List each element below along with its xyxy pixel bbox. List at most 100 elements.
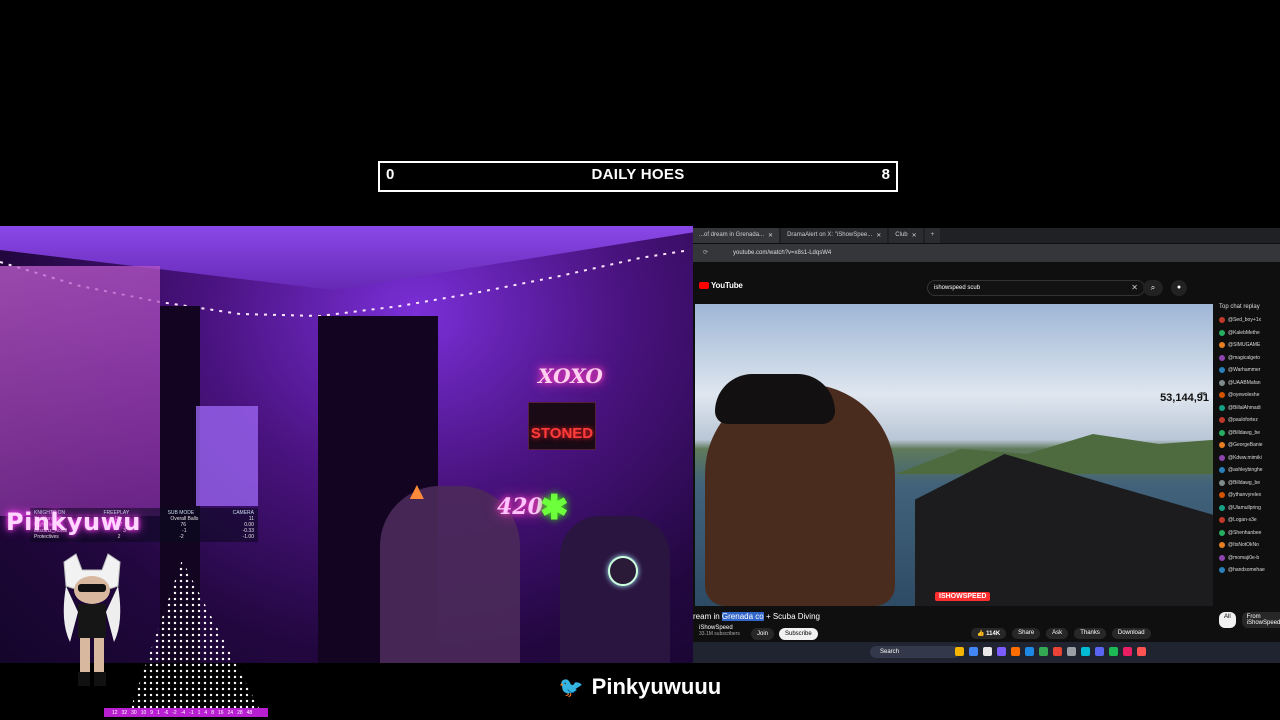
browser-tab[interactable]: ...of dream in Grenada... ✕: [693, 228, 780, 243]
chat-username: @ythanvyrelex: [1228, 492, 1262, 499]
taskbar-app-icon[interactable]: [1025, 647, 1034, 656]
video-title: ream in Grenada co + Scuba Diving: [693, 612, 820, 621]
subscribe-button[interactable]: Subscribe: [779, 628, 818, 640]
chat-message[interactable]: @KalebMethe: [1219, 327, 1280, 340]
channel-info[interactable]: iShowSpeed 33.1M subscribers: [699, 625, 740, 637]
chat-message[interactable]: @UAABMafan: [1219, 377, 1280, 390]
reload-icon[interactable]: ⟳: [703, 249, 708, 256]
windows-taskbar: Search: [693, 642, 1280, 663]
chat-message[interactable]: @Sed_boy+1x: [1219, 314, 1280, 327]
taskbar-app-icon[interactable]: [955, 647, 964, 656]
neon-sign-420: 420: [497, 494, 543, 520]
chat-message[interactable]: @Ulamullpring: [1219, 502, 1280, 515]
ticker-value: -1: [189, 709, 194, 716]
chat-message[interactable]: @magicalgeto: [1219, 352, 1280, 365]
taskbar-app-icon[interactable]: [1039, 647, 1048, 656]
chat-message[interactable]: @momaji0e-b: [1219, 552, 1280, 565]
chat-username: @Warhammer: [1228, 367, 1261, 374]
streamer-name-logo: Pinkyuwu: [6, 508, 141, 536]
chat-avatar-icon: [1219, 442, 1225, 449]
browser-tab[interactable]: Club ✕: [889, 228, 923, 243]
new-tab-button[interactable]: +: [924, 228, 941, 243]
chat-avatar-icon: [1219, 454, 1225, 461]
address-bar[interactable]: ⟳ youtube.com/watch?v=x8s1-LdqsW4: [693, 244, 1280, 262]
live-chat-panel: Top chat replay @Sed_boy+1x @KalebMethe @S…: [1219, 304, 1280, 604]
browser-tab-label: ...of dream in Grenada...: [699, 232, 765, 238]
taskbar-app-icon[interactable]: [1123, 647, 1132, 656]
taskbar-app-icon[interactable]: [983, 647, 992, 656]
search-icon[interactable]: ⌕: [1143, 280, 1163, 296]
chat-message[interactable]: @Billdawg_be: [1219, 427, 1280, 440]
taskbar-app-icon[interactable]: [1109, 647, 1118, 656]
chat-username: @paulofortez: [1228, 417, 1258, 424]
clear-search-icon[interactable]: ✕: [1131, 281, 1138, 295]
join-button[interactable]: Join: [751, 628, 775, 640]
avatar-character: [63, 553, 121, 686]
browser-tab[interactable]: DramaAlert on X: "iShowSpee... ✕: [781, 228, 888, 243]
chat-message[interactable]: @Logan-s3e: [1219, 514, 1280, 527]
chat-message[interactable]: @oyewoleshe: [1219, 389, 1280, 402]
chat-avatar-icon: [1219, 317, 1225, 324]
taskbar-app-icon[interactable]: [1053, 647, 1062, 656]
taskbar-app-icon[interactable]: [1137, 647, 1146, 656]
social-handle: 🐦 Pinkyuwuuu: [0, 674, 1280, 700]
chat-username: @GeorgeBanie: [1228, 442, 1263, 449]
chat-tab-all[interactable]: All: [1219, 612, 1236, 628]
chat-message[interactable]: @SIMUGAME: [1219, 339, 1280, 352]
ticker-value: -6: [163, 709, 169, 716]
youtube-play-icon: [699, 282, 709, 290]
chat-avatar-icon: [1219, 492, 1225, 499]
chat-message[interactable]: @Billdawg_be: [1219, 477, 1280, 490]
taskbar-app-icon[interactable]: [997, 647, 1006, 656]
chat-message[interactable]: @GeorgeBanie: [1219, 439, 1280, 452]
chat-header[interactable]: Top chat replay: [1219, 304, 1280, 310]
neon-sign-xoxo: XOXO: [538, 364, 603, 388]
youtube-logo[interactable]: YouTube: [699, 281, 743, 290]
close-tab-icon[interactable]: ✕: [912, 232, 917, 239]
chat-username: @handsomehae: [1228, 567, 1265, 574]
chat-message[interactable]: @ashleybinghe: [1219, 464, 1280, 477]
taskbar-app-icon[interactable]: [1095, 647, 1104, 656]
video-player[interactable]: 53,144,9̅̆1 ISHOWSPEED: [695, 304, 1213, 606]
chat-tab-from[interactable]: From iShowSpeed: [1241, 612, 1280, 628]
ask-button[interactable]: Ask: [1046, 628, 1069, 639]
taskbar-app-icon[interactable]: [1067, 647, 1076, 656]
browser-tab-label: Club: [895, 232, 908, 238]
close-tab-icon[interactable]: ✕: [768, 232, 773, 239]
browser-window: ...of dream in Grenada... ✕ DramaAlert on …: [693, 228, 1280, 663]
twitter-icon: 🐦: [558, 677, 584, 699]
taskbar-app-icon[interactable]: [969, 647, 978, 656]
ticker-value: 16: [217, 709, 224, 716]
taskbar-app-icon[interactable]: [1011, 647, 1020, 656]
chat-message[interactable]: @Shenhanbee: [1219, 527, 1280, 540]
youtube-search-input[interactable]: ishowspeed scub ✕: [927, 280, 1145, 296]
subscriber-count: 33.1M subscribers: [699, 631, 740, 637]
ticker-value: 32: [121, 709, 128, 716]
like-button[interactable]: 👍 114K: [971, 628, 1007, 639]
close-tab-icon[interactable]: ✕: [876, 232, 881, 239]
ticker-value: 4: [204, 709, 208, 716]
chat-message[interactable]: @Warhammer: [1219, 364, 1280, 377]
chat-message[interactable]: @Kdww.mimiki: [1219, 452, 1280, 465]
ticker-value: 30: [131, 709, 137, 716]
chat-username: @Ulamullpring: [1228, 504, 1261, 511]
url-text[interactable]: youtube.com/watch?v=x8s1-LdqsW4: [733, 250, 831, 256]
chat-username: @Kdww.mimiki: [1228, 454, 1262, 461]
taskbar-app-icon[interactable]: [1081, 647, 1090, 656]
thanks-button[interactable]: Thanks: [1074, 628, 1106, 639]
mic-icon[interactable]: ●: [1171, 280, 1187, 296]
ticker-value: 1: [197, 709, 201, 716]
download-button[interactable]: Download: [1111, 628, 1151, 639]
chat-avatar-icon: [1219, 342, 1225, 349]
chat-message[interactable]: @paulofortez: [1219, 414, 1280, 427]
stats-cell: -1.00: [242, 534, 254, 540]
taskbar-search[interactable]: Search: [870, 646, 960, 658]
chat-message[interactable]: @BillalAhmadi: [1219, 402, 1280, 415]
channel-watermark: ISHOWSPEED: [935, 592, 991, 601]
chat-username: @magicalgeto: [1228, 354, 1261, 361]
chat-message[interactable]: @ItsNotOkNo: [1219, 539, 1280, 552]
chat-message[interactable]: @handsomehae: [1219, 564, 1280, 577]
share-button[interactable]: Share: [1012, 628, 1041, 639]
chat-username: @ashleybinghe: [1228, 467, 1263, 474]
chat-message[interactable]: @ythanvyrelex: [1219, 489, 1280, 502]
